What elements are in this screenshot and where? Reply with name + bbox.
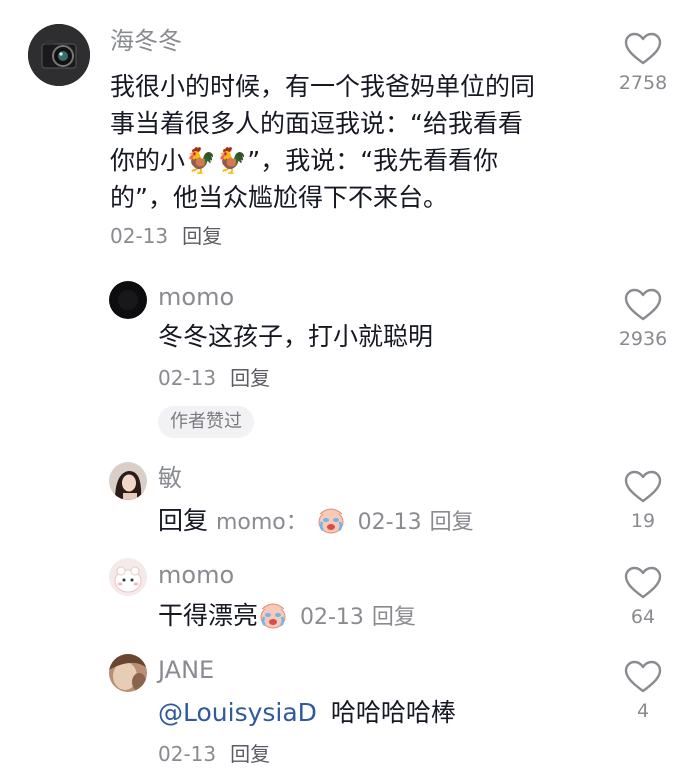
cartoon-avatar-icon xyxy=(109,558,147,596)
like-count: 64 xyxy=(630,606,656,628)
reply-button[interactable]: 回复 xyxy=(430,510,474,535)
crying-face-emoji-icon xyxy=(318,508,344,534)
heart-icon xyxy=(624,660,662,693)
camera-avatar-icon xyxy=(28,24,90,86)
comment-text-line: 你的小🐓🐓”，我说：“我先看看你 xyxy=(110,146,499,175)
comment-text-line: 我很小的时候，有一个我爸妈单位的同 xyxy=(110,72,536,101)
reply-button[interactable]: 回复 xyxy=(372,605,416,630)
like-button[interactable]: 19 xyxy=(598,470,688,532)
comment-username[interactable]: 海冬冬 xyxy=(110,26,182,56)
reply-button[interactable]: 回复 xyxy=(230,742,270,766)
like-button[interactable]: 2936 xyxy=(598,288,688,350)
comment-text: 冬冬这孩子，打小就聪明 xyxy=(158,322,434,351)
author-liked-badge: 作者赞过 xyxy=(158,406,254,438)
comment-date: 02-13 xyxy=(357,510,422,535)
like-button[interactable]: 2758 xyxy=(598,32,688,94)
avatar[interactable] xyxy=(109,654,147,692)
comment-meta: 02-13 回复 xyxy=(158,364,270,392)
like-count: 2936 xyxy=(618,328,668,350)
comment-text-body: 干得漂亮 xyxy=(158,601,259,630)
like-count: 4 xyxy=(636,700,650,722)
girl-photo-avatar-icon xyxy=(109,462,147,500)
avatar[interactable] xyxy=(109,462,147,500)
reply-button[interactable]: 回复 xyxy=(230,366,270,390)
comment-date: 02-13 xyxy=(110,224,169,248)
crying-face-emoji-icon xyxy=(260,603,286,629)
like-button[interactable]: 4 xyxy=(598,660,688,722)
comment-date: 02-13 xyxy=(158,742,217,766)
comment-date: 02-13 xyxy=(158,366,217,390)
comment-username[interactable]: momo xyxy=(158,282,234,312)
reply-prefix: 回复 xyxy=(158,506,209,535)
comment-username[interactable]: momo xyxy=(158,560,234,590)
heart-icon xyxy=(624,32,662,65)
comment-text: 我很小的时候，有一个我爸妈单位的同 事当着很多人的面逗我说：“给我看看 你的小🐓… xyxy=(110,68,580,216)
reply-button[interactable]: 回复 xyxy=(182,224,222,248)
like-count: 19 xyxy=(630,510,656,532)
comment-username[interactable]: 敏 xyxy=(158,463,182,493)
comment-text-body: 哈哈哈哈棒 xyxy=(330,698,456,727)
comment-text-line: 事当着很多人的面逗我说：“给我看看 xyxy=(110,109,523,138)
comment-date: 02-13 xyxy=(299,605,364,630)
comment-text: 回复 momo： 02-13 回复 xyxy=(158,502,474,541)
comment-text: 干得漂亮 02-13 回复 xyxy=(158,597,416,636)
comment-text-line: 的”，他当众尴尬得下不来台。 xyxy=(110,183,448,212)
mention-link[interactable]: @LouisysiaD xyxy=(158,698,317,727)
comment-meta: 02-13 回复 xyxy=(158,740,270,768)
like-count: 2758 xyxy=(618,72,668,94)
avatar[interactable] xyxy=(109,558,147,596)
dark-avatar-icon xyxy=(109,281,147,319)
reply-target-username[interactable]: momo： xyxy=(216,510,308,535)
heart-icon xyxy=(624,566,662,599)
comment-meta: 02-13 回复 xyxy=(110,222,222,250)
comment-text: @LouisysiaD 哈哈哈哈棒 xyxy=(158,694,456,731)
heart-icon xyxy=(624,470,662,503)
avatar[interactable] xyxy=(28,24,90,86)
comment-username[interactable]: JANE xyxy=(158,655,214,685)
avatar[interactable] xyxy=(109,281,147,319)
like-button[interactable]: 64 xyxy=(598,566,688,628)
brown-photo-avatar-icon xyxy=(109,654,147,692)
heart-icon xyxy=(624,288,662,321)
